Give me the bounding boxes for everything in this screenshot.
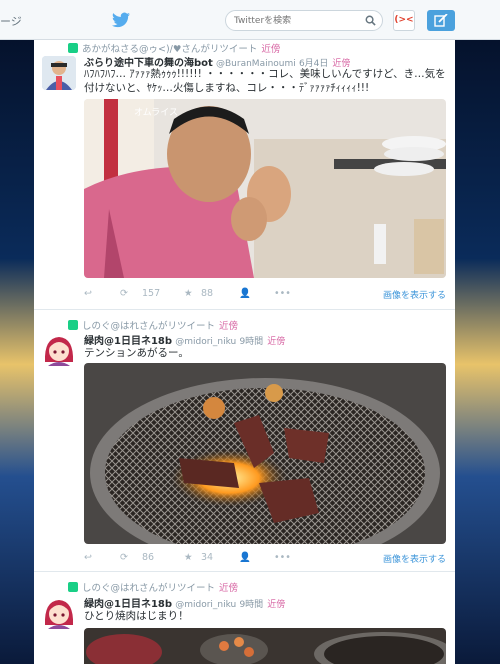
background-left-edge [0,40,34,664]
tweet-actions: ↩ ⟳ 86 ★ 34 👤 ••• 画像を表示する [84,552,446,566]
tweet-item[interactable]: しのぐ@はれさんがリツイート 近傍 緑肉@1日目ネ18b @midori_niku… [34,312,455,572]
retweet-icon[interactable]: ⟳ [120,288,128,299]
avatar-image [42,595,76,629]
reply-icon[interactable]: ↩ [84,552,92,563]
direct-message-button[interactable]: (>< [393,10,415,31]
retweet-badge-icon [68,320,78,330]
retweet-context: あかがねさる@ゥ<)/♥さんがリツイート 近傍 [68,41,280,55]
tweet-item[interactable]: あかがねさる@ゥ<)/♥さんがリツイート 近傍 ぶらり途中下車の舞の海bot @B… [34,40,455,310]
photo-yakiniku-grill [84,363,446,544]
retweet-count: 86 [142,552,155,563]
nearby-tag: 近傍 [219,583,239,594]
search-input[interactable] [234,14,364,28]
tweet-media-image[interactable] [84,363,446,544]
tweet-media-image[interactable] [84,628,446,664]
favorite-count: 34 [201,552,214,563]
media-caption: オムライス [134,107,178,118]
tweet-actions: ↩ ⟳ 157 ★ 88 👤 ••• 画像を表示する [84,288,446,302]
search-icon[interactable] [365,15,376,26]
retweet-badge-icon [68,43,78,53]
favorite-icon[interactable]: ★ [184,288,193,299]
timeline: あかがねさる@ゥ<)/♥さんがリツイート 近傍 ぶらり途中下車の舞の海bot @B… [34,40,455,664]
tweet-header: 緑肉@1日目ネ18b @midori_niku 9時間 近傍 [84,595,285,610]
tweet-text: ﾊﾌﾊﾌﾊﾌ… ｱｧｧｧ熱ｩｩｩ!!!!!! ・・・・・・コレ、美味しいんですけ… [84,68,446,94]
tweet-text: テンションあがるー。 [84,347,189,359]
tweet-item[interactable]: しのぐ@はれさんがリツイート 近傍 緑肉@1日目ネ18b @midori_niku… [34,574,455,664]
compose-icon [434,14,448,27]
show-media-link[interactable]: 画像を表示する [383,288,446,301]
avatar[interactable] [42,56,76,90]
avatar[interactable] [42,595,76,629]
photo-yakiniku-set [84,628,446,664]
favorite-count: 88 [201,288,214,299]
avatar-image [42,332,76,366]
nearby-tag: 近傍 [219,321,239,332]
reply-icon[interactable]: ↩ [84,288,92,299]
retweeter-name[interactable]: しのぐ@はれさんがリツイート [82,583,215,594]
nav-home-label[interactable]: ージ [0,13,22,29]
tweet-header: 緑肉@1日目ネ18b @midori_niku 9時間 近傍 [84,332,285,347]
retweet-icon[interactable]: ⟳ [120,552,128,563]
retweet-context: しのぐ@はれさんがリツイート 近傍 [68,318,238,332]
tweet-media-image[interactable]: オムライス [84,99,446,278]
avatar[interactable] [42,332,76,366]
compose-tweet-button[interactable] [427,10,455,31]
more-icon[interactable]: ••• [274,552,291,563]
top-navigation-bar: ージ (>< [0,0,500,40]
follow-icon[interactable]: 👤 [239,288,251,299]
photo-man-eating: オムライス [84,99,446,278]
avatar-image [42,56,76,90]
retweet-context: しのぐ@はれさんがリツイート 近傍 [68,580,238,594]
retweeter-name[interactable]: しのぐ@はれさんがリツイート [82,321,215,332]
more-icon[interactable]: ••• [274,288,291,299]
favorite-icon[interactable]: ★ [184,552,193,563]
follow-icon[interactable]: 👤 [239,552,251,563]
background-right-edge [455,40,500,664]
twitter-bird-icon[interactable] [112,12,130,28]
tweet-text: ひとり焼肉はじまり！ [84,610,189,622]
retweet-badge-icon [68,582,78,592]
show-media-link[interactable]: 画像を表示する [383,552,446,565]
search-box[interactable] [225,10,383,31]
retweet-count: 157 [142,288,161,299]
